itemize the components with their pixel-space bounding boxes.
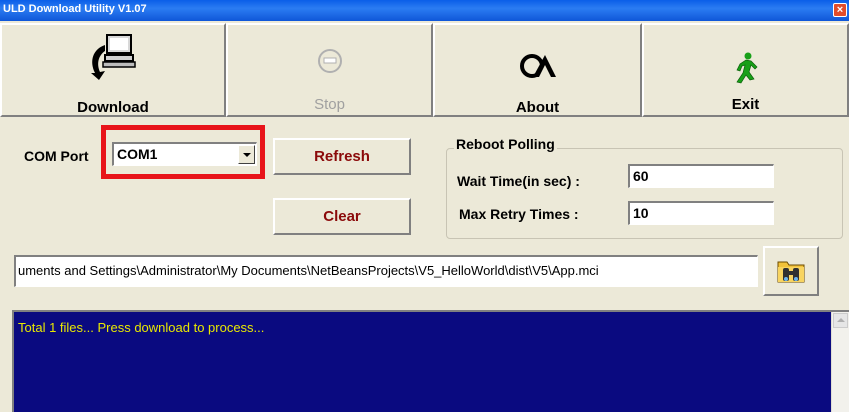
close-button[interactable]: × — [833, 3, 847, 17]
download-button[interactable]: Download — [0, 23, 226, 117]
exit-label: Exit — [731, 96, 760, 113]
highlight-box — [101, 125, 265, 179]
reboot-polling-title: Reboot Polling — [454, 136, 557, 152]
about-button[interactable]: About — [433, 23, 642, 117]
wait-time-input[interactable]: 60 — [628, 164, 774, 188]
window-title: ULD Download Utility V1.07 — [3, 3, 147, 15]
browse-button[interactable] — [763, 246, 819, 296]
output-console[interactable]: Total 1 files... Press download to proce… — [12, 310, 849, 412]
vertical-scrollbar[interactable] — [831, 312, 849, 412]
max-retry-label: Max Retry Times : — [459, 206, 579, 222]
clear-button[interactable]: Clear — [273, 198, 411, 235]
computer-download-icon — [91, 34, 136, 80]
stop-icon — [317, 49, 342, 73]
file-path-input[interactable]: uments and Settings\Administrator\My Doc… — [14, 255, 758, 287]
console-text: Total 1 files... Press download to proce… — [18, 320, 265, 335]
wait-time-label: Wait Time(in sec) : — [457, 173, 580, 189]
reboot-polling-group — [446, 148, 843, 239]
about-label: About — [515, 99, 560, 116]
binoculars-folder-icon — [777, 261, 805, 283]
running-man-icon — [735, 52, 757, 84]
exit-button[interactable]: Exit — [642, 23, 849, 117]
refresh-button[interactable]: Refresh — [273, 138, 411, 175]
download-label: Download — [77, 99, 149, 116]
toolbar: Download Stop About Exit — [0, 21, 849, 121]
stop-label: Stop — [314, 96, 345, 113]
title-bar: ULD Download Utility V1.07 × — [0, 0, 849, 21]
about-logo-icon — [519, 54, 556, 78]
stop-button[interactable]: Stop — [226, 23, 433, 117]
scroll-up-icon[interactable] — [833, 313, 848, 328]
max-retry-input[interactable]: 10 — [628, 201, 774, 225]
com-port-label: COM Port — [24, 148, 89, 164]
